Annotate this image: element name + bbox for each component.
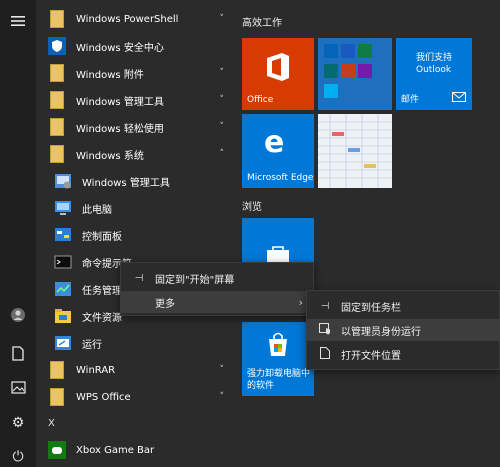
- mail-tile[interactable]: 我们支持 Outlook 邮件: [396, 38, 472, 110]
- context-menu: ⊣ 固定到"开始"屏幕 更多 ›: [120, 262, 314, 316]
- list-item[interactable]: WPS Office ˅: [36, 384, 236, 410]
- admin-tools-icon: [54, 172, 72, 190]
- excel-icon: [358, 44, 372, 58]
- uninstall-tile[interactable]: 强力卸载电脑中的软件: [242, 322, 314, 396]
- document-icon[interactable]: [9, 344, 27, 362]
- list-item[interactable]: 控制面板: [36, 222, 236, 248]
- file-location-icon: [317, 346, 333, 362]
- chevron-up-icon[interactable]: ˄: [220, 149, 225, 159]
- chevron-down-icon[interactable]: ˅: [220, 122, 225, 132]
- folder-icon: [48, 118, 66, 136]
- folder-icon: [48, 361, 66, 379]
- chevron-down-icon[interactable]: ˅: [220, 365, 225, 375]
- list-item[interactable]: Windows 轻松使用 ˅: [36, 114, 236, 140]
- spreadsheet-grid-icon: [318, 114, 392, 188]
- pictures-icon[interactable]: [9, 378, 27, 396]
- edge-tile[interactable]: e Microsoft Edge: [242, 114, 314, 188]
- skype-icon: [324, 84, 338, 98]
- pin-icon: ⊣: [320, 300, 330, 312]
- mail-icon: [452, 92, 466, 105]
- list-item[interactable]: Windows 附件 ˅: [36, 60, 236, 86]
- outlook-icon: [324, 44, 338, 58]
- list-item[interactable]: Windows 管理工具: [36, 168, 236, 194]
- chevron-down-icon[interactable]: ˅: [220, 14, 225, 24]
- list-item[interactable]: WinRAR ˅: [36, 357, 236, 383]
- folder-icon: [48, 10, 66, 28]
- list-item[interactable]: 运行: [36, 330, 236, 356]
- pin-to-start-item[interactable]: ⊣ 固定到"开始"屏幕: [121, 267, 313, 289]
- list-item[interactable]: 此电脑: [36, 195, 236, 221]
- onenote-icon: [358, 64, 372, 78]
- run-as-admin-item[interactable]: 以管理员身份运行: [307, 319, 499, 341]
- hamburger-icon[interactable]: [9, 12, 27, 30]
- list-item[interactable]: Windows 管理工具 ˅: [36, 87, 236, 113]
- chevron-down-icon[interactable]: ˅: [220, 68, 225, 78]
- list-item[interactable]: Xbox Game Bar: [36, 437, 236, 463]
- office-tile[interactable]: Office: [242, 38, 314, 110]
- app-list: Windows PowerShell ˅ Windows 安全中心 Window…: [36, 0, 236, 467]
- this-pc-icon: [54, 199, 72, 217]
- chevron-right-icon: ›: [298, 295, 303, 309]
- user-icon[interactable]: [9, 306, 27, 324]
- shopping-bag-icon: [266, 330, 290, 361]
- more-item[interactable]: 更多 ›: [121, 291, 313, 313]
- settings-icon[interactable]: ⚙: [9, 414, 27, 432]
- chevron-down-icon[interactable]: ˅: [220, 95, 225, 105]
- run-icon: [54, 334, 72, 352]
- pin-icon: ⊣: [134, 272, 144, 284]
- folder-icon: [48, 388, 66, 406]
- chevron-down-icon[interactable]: ˅: [220, 392, 225, 402]
- pin-to-taskbar-item[interactable]: ⊣ 固定到任务栏: [307, 295, 499, 317]
- office-apps-tile[interactable]: [318, 38, 392, 110]
- folder-icon: [48, 91, 66, 109]
- office-icon: [265, 52, 291, 85]
- letter-header[interactable]: X: [48, 418, 55, 429]
- list-item[interactable]: Windows 系统 ˄: [36, 141, 236, 167]
- list-item[interactable]: Windows 安全中心: [36, 33, 236, 59]
- spreadsheet-tile[interactable]: [318, 114, 392, 188]
- xbox-icon: [48, 441, 66, 459]
- open-file-location-item[interactable]: 打开文件位置: [307, 343, 499, 365]
- shield-run-icon: [317, 322, 333, 338]
- shield-icon: [48, 37, 66, 55]
- group-title[interactable]: 高效工作: [242, 14, 282, 29]
- folder-icon: [48, 145, 66, 163]
- file-explorer-icon: [54, 307, 72, 325]
- task-manager-icon: [54, 280, 72, 298]
- cmd-icon: [54, 253, 72, 271]
- folder-icon: [48, 64, 66, 82]
- group-title[interactable]: 浏览: [242, 198, 262, 213]
- word-icon: [341, 44, 355, 58]
- submenu: ⊣ 固定到任务栏 以管理员身份运行 打开文件位置: [306, 290, 500, 370]
- sharepoint-icon: [324, 64, 338, 78]
- control-panel-icon: [54, 226, 72, 244]
- powerpoint-icon: [341, 64, 355, 78]
- start-rail: ⚙ ⏻: [0, 0, 36, 467]
- power-icon[interactable]: ⏻: [9, 448, 27, 466]
- edge-icon: e: [264, 125, 285, 160]
- list-item[interactable]: Windows PowerShell ˅: [36, 6, 236, 32]
